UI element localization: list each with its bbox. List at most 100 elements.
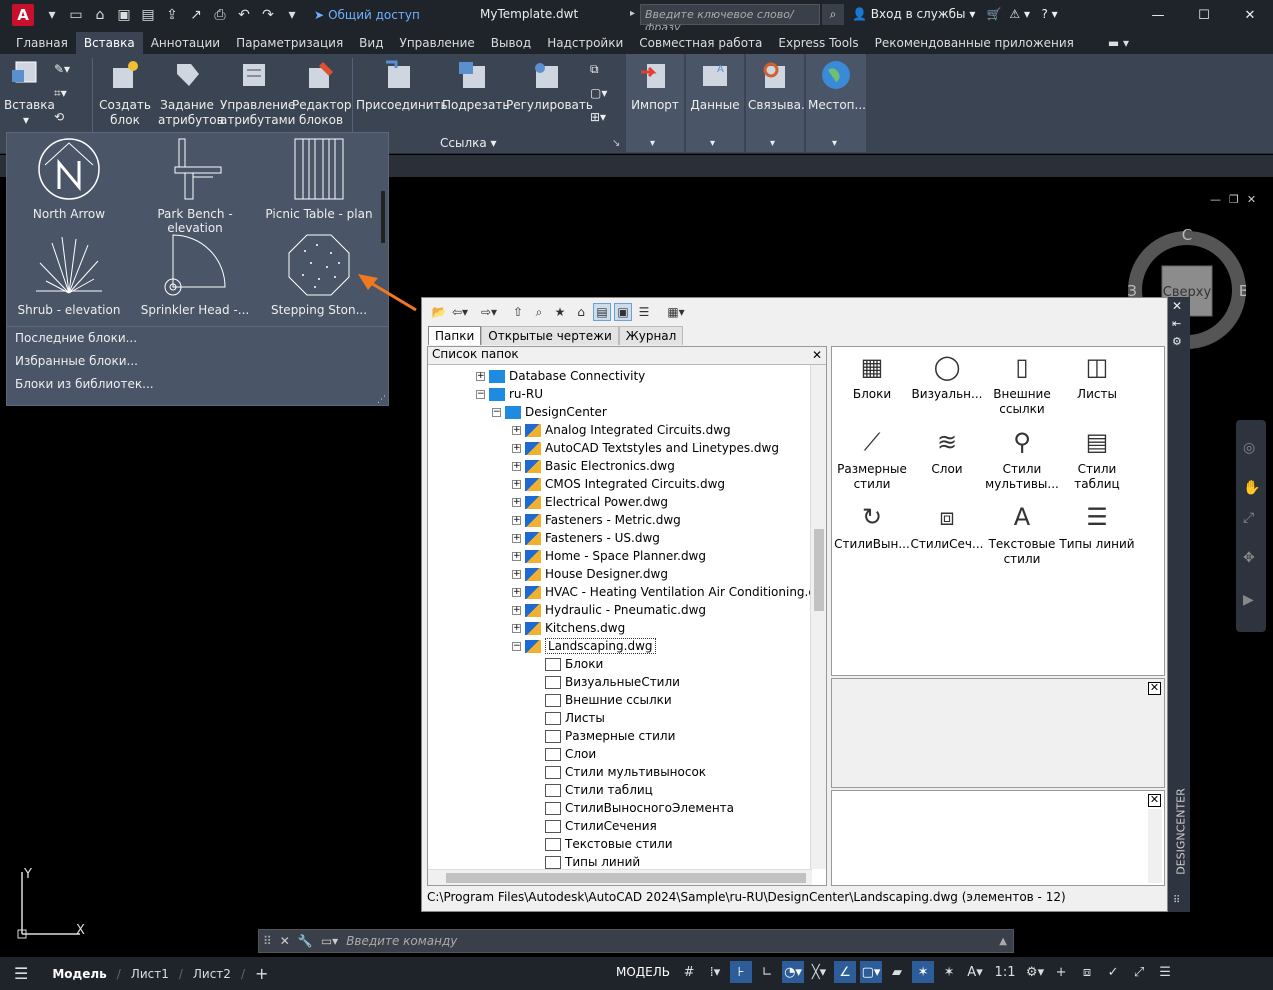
gallery-item-north-arrow[interactable]: North Arrow: [9, 137, 129, 221]
tree-item[interactable]: Стили таблиц: [532, 781, 653, 799]
forward-icon[interactable]: ⇨▾: [480, 303, 498, 321]
snap-underlay-icon[interactable]: ⊞▾: [590, 110, 608, 126]
add-layout-icon[interactable]: +: [245, 964, 278, 983]
expand-icon[interactable]: +: [476, 371, 485, 381]
resize-grip-icon[interactable]: ⋰: [377, 395, 386, 405]
block-tag-icon[interactable]: ⌗▾: [54, 86, 72, 102]
tab-layout1[interactable]: Лист1: [121, 967, 179, 981]
tab-model[interactable]: Модель: [42, 967, 116, 981]
data-button[interactable]: A Данные: [688, 58, 742, 113]
orbit-icon[interactable]: ✥: [1243, 550, 1255, 566]
preview-toggle-icon[interactable]: ▣: [614, 303, 632, 321]
tab-manage[interactable]: Управление: [392, 32, 483, 54]
tree-item[interactable]: + HVAC - Heating Ventilation Air Conditio…: [512, 583, 826, 601]
tree-item[interactable]: + Fasteners - US.dwg: [512, 529, 660, 547]
content-item[interactable]: ⟋ Размерные стили: [834, 426, 910, 492]
tree-item[interactable]: − ru-RU: [476, 385, 543, 403]
open-folder-icon[interactable]: ⌂: [92, 7, 108, 23]
grip-icon[interactable]: ⠿: [1173, 895, 1180, 906]
expand-icon[interactable]: +: [512, 515, 521, 525]
object-snap-icon[interactable]: ▢▾: [860, 961, 883, 983]
gallery-scrollbar[interactable]: [381, 191, 385, 243]
expand-icon[interactable]: +: [512, 443, 521, 453]
minimize-viewport-icon[interactable]: —: [1210, 193, 1221, 206]
zoom-icon[interactable]: ⤢: [1243, 510, 1254, 526]
content-item[interactable]: ▤ Стили таблиц: [1059, 426, 1135, 492]
tree-item[interactable]: Внешние ссылки: [532, 691, 672, 709]
grip-icon[interactable]: ⠿: [259, 934, 276, 948]
chevron-down-icon[interactable]: ▾: [650, 138, 655, 149]
tree-item[interactable]: + Fasteners - Metric.dwg: [512, 511, 681, 529]
tree-item[interactable]: − Landscaping.dwg: [512, 637, 656, 655]
home-icon[interactable]: ⌂: [572, 303, 590, 321]
favorite-blocks-link[interactable]: Избранные блоки...: [15, 354, 138, 368]
tab-collaborate[interactable]: Совместная работа: [631, 32, 770, 54]
tree-item[interactable]: + House Designer.dwg: [512, 565, 668, 583]
tree-item[interactable]: Блоки: [532, 655, 603, 673]
import-button[interactable]: Импорт: [628, 58, 682, 113]
gallery-item-park-bench[interactable]: Park Bench - elevation: [135, 137, 255, 235]
location-button[interactable]: Местоп...: [808, 58, 866, 113]
collapse-icon[interactable]: −: [512, 641, 521, 651]
auto-scale-icon[interactable]: ✶: [938, 961, 960, 983]
wrench-icon[interactable]: 🔧: [294, 934, 317, 948]
clip-button[interactable]: Подрезать: [442, 58, 509, 113]
expand-icon[interactable]: +: [512, 587, 521, 597]
expand-icon[interactable]: +: [512, 623, 521, 633]
expand-icon[interactable]: +: [512, 479, 521, 489]
expand-icon[interactable]: +: [512, 551, 521, 561]
gallery-item-sprinkler-head[interactable]: Sprinkler Head -...: [135, 233, 255, 317]
close-palette-icon[interactable]: ✕: [1172, 299, 1182, 313]
app-menu-button[interactable]: A: [12, 4, 34, 26]
print-icon[interactable]: ⎙: [212, 7, 228, 23]
back-icon[interactable]: ⇦▾: [451, 303, 469, 321]
expand-icon[interactable]: +: [512, 569, 521, 579]
prompt-icon[interactable]: ▭▾: [317, 934, 342, 948]
gallery-item-shrub[interactable]: Shrub - elevation: [9, 233, 129, 317]
create-block-button[interactable]: Создать блок: [98, 58, 152, 128]
isolate-objects-icon[interactable]: ⧈: [1076, 961, 1098, 983]
tree-item[interactable]: − DesignCenter: [492, 403, 607, 421]
isodraft-icon[interactable]: ╳▾: [808, 961, 830, 983]
infer-constraints-icon[interactable]: ⊦: [730, 961, 753, 983]
tree-item[interactable]: + Database Connectivity: [476, 367, 645, 385]
views-icon[interactable]: ▦▾: [662, 303, 690, 321]
command-input[interactable]: Введите команду: [342, 932, 994, 950]
content-item[interactable]: ⧈ СтилиСеч...: [909, 501, 985, 552]
tab-parametric[interactable]: Параметризация: [228, 32, 351, 54]
collapse-icon[interactable]: −: [492, 407, 501, 417]
hardware-accel-icon[interactable]: ✓: [1102, 961, 1124, 983]
tree-item[interactable]: ВизуальныеСтили: [532, 673, 680, 691]
search-icon[interactable]: ⌕: [530, 303, 548, 321]
expand-icon[interactable]: +: [512, 533, 521, 543]
attach-button[interactable]: Присоединить: [356, 58, 448, 113]
steering-wheel-icon[interactable]: ◎: [1243, 440, 1255, 456]
tree-item[interactable]: СтилиВыносногоЭлемента: [532, 799, 734, 817]
expand-icon[interactable]: +: [512, 425, 521, 435]
tree-horizontal-scrollbar[interactable]: [428, 869, 812, 885]
chevron-down-icon[interactable]: ▾: [770, 138, 775, 149]
properties-icon[interactable]: ⚙: [1172, 335, 1182, 348]
menu-icon[interactable]: ☰: [0, 964, 42, 983]
underlay-layers-icon[interactable]: ⧉: [590, 62, 608, 78]
model-space-button[interactable]: МОДЕЛЬ: [612, 963, 674, 981]
manage-attributes-button[interactable]: Управление атрибутами: [220, 58, 295, 128]
content-item[interactable]: ◫ Листы: [1059, 351, 1135, 402]
upload-icon[interactable]: ⇪: [164, 7, 180, 23]
search-input[interactable]: Введите ключевое слово/фразу: [640, 4, 820, 34]
close-viewport-icon[interactable]: ✕: [1247, 193, 1256, 206]
tab-annotate[interactable]: Аннотации: [143, 32, 228, 54]
pan-hand-icon[interactable]: ✋: [1243, 480, 1260, 496]
tab-open-drawings[interactable]: Открытые чертежи: [481, 326, 619, 345]
tab-featured-apps[interactable]: Рекомендованные приложения: [867, 32, 1082, 54]
define-attributes-button[interactable]: Задание атрибутов: [158, 58, 224, 128]
tree-item[interactable]: + Analog Integrated Circuits.dwg: [512, 421, 731, 439]
undo-icon[interactable]: ↶: [236, 7, 252, 23]
minimize-button[interactable]: —: [1135, 0, 1181, 30]
triangle-user-icon[interactable]: ⚠: [1009, 7, 1020, 21]
signin-button[interactable]: 👤 Вход в службы ▾ 🛒 ⚠ ▾ ? ▾: [852, 7, 1058, 21]
linking-button[interactable]: Связыва...: [748, 58, 812, 113]
content-item[interactable]: ▯ Внешние ссылки: [984, 351, 1060, 417]
maximize-button[interactable]: ☐: [1181, 0, 1227, 30]
gear-icon[interactable]: ⚙▾: [1024, 961, 1046, 983]
